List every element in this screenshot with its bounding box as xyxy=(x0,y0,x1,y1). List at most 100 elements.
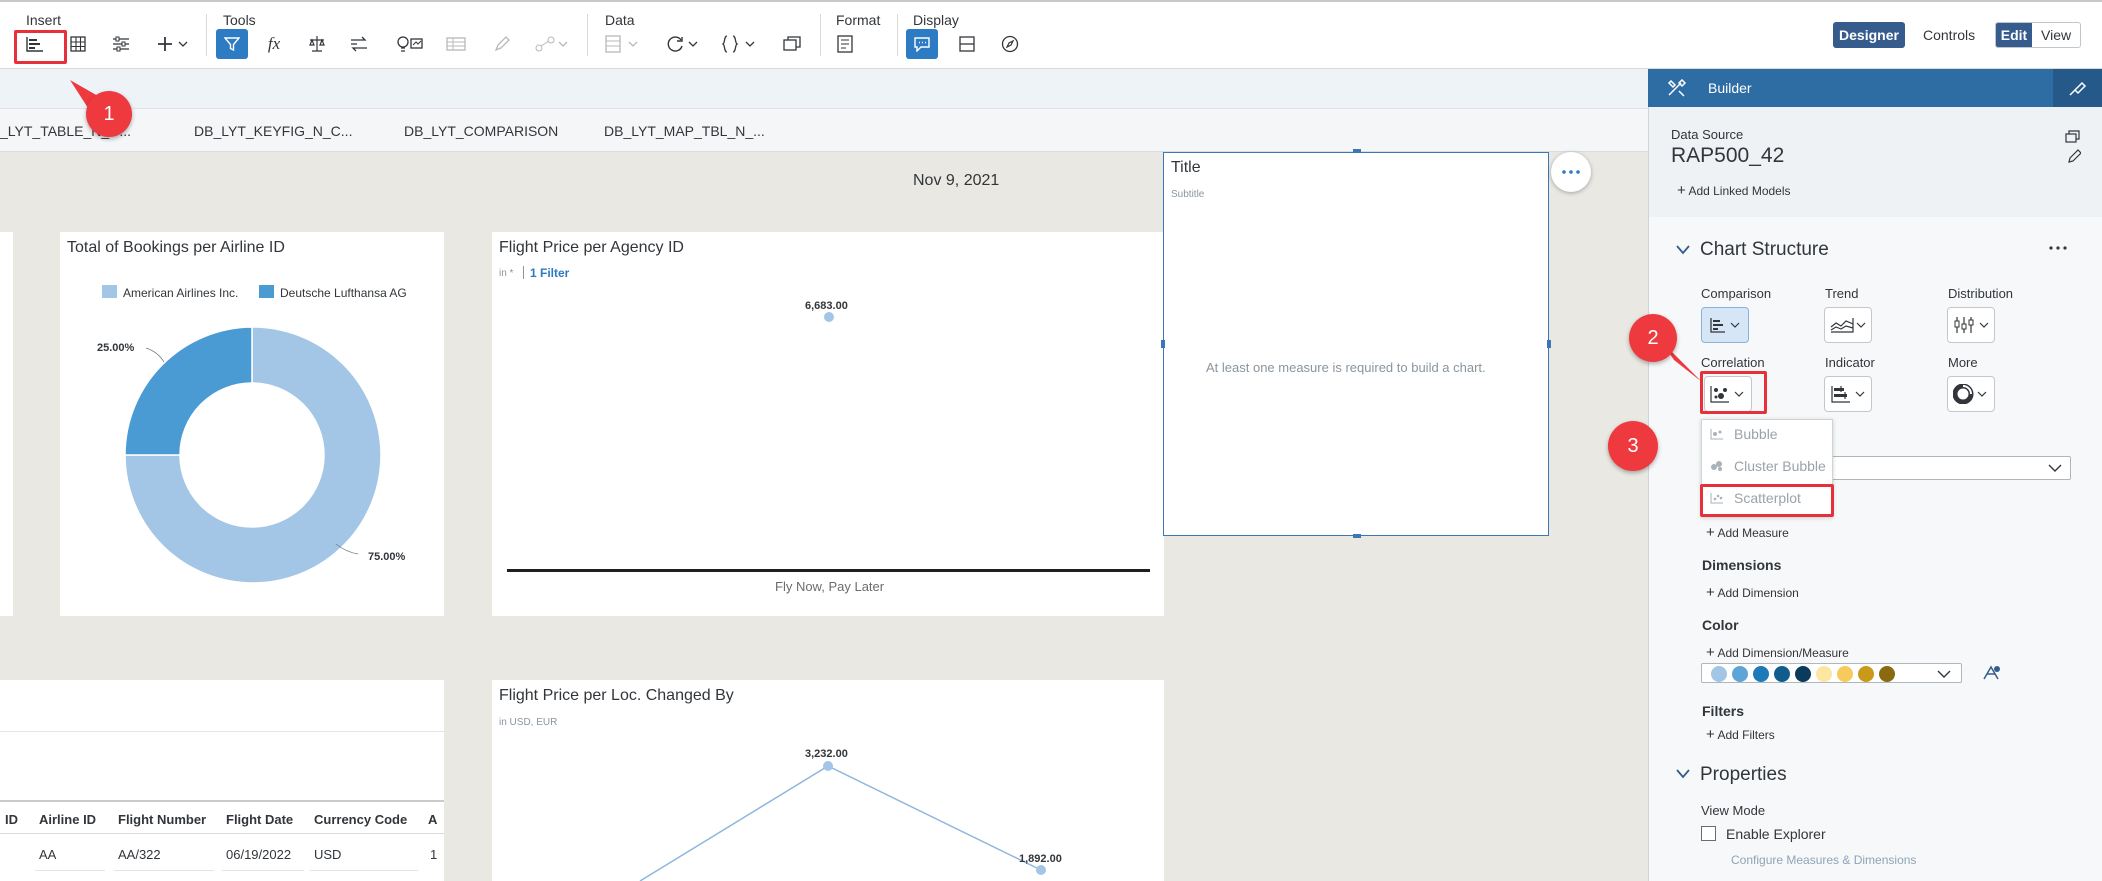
filter-button[interactable] xyxy=(216,29,248,59)
table-cell: AA/322 xyxy=(118,847,161,862)
row-rule xyxy=(310,870,418,871)
insert-more-button[interactable] xyxy=(154,30,194,58)
display-group-label: Display xyxy=(913,12,959,28)
configure-link[interactable]: Configure Measures & Dimensions xyxy=(1731,853,1916,867)
trend-chart-button[interactable] xyxy=(1824,307,1872,343)
color-heading: Color xyxy=(1702,617,1739,633)
disabled-data-button[interactable] xyxy=(601,30,643,58)
leader-line xyxy=(145,347,165,363)
balance-button[interactable] xyxy=(302,30,332,58)
distribution-chart-button[interactable] xyxy=(1947,307,1995,343)
column-header[interactable]: ID xyxy=(5,812,18,827)
add-linked-models-link[interactable]: + Add Linked Models xyxy=(1677,182,1791,199)
data-source-name[interactable]: RAP500_42 xyxy=(1671,144,1784,168)
table-cell: 1 xyxy=(430,847,438,862)
palette-swatch xyxy=(1753,666,1769,682)
edit-pencil-icon[interactable] xyxy=(2067,148,2081,164)
designer-button[interactable]: Designer xyxy=(1833,22,1905,48)
palette-swatch xyxy=(1816,666,1832,682)
data-point[interactable] xyxy=(824,312,834,322)
insert-input-control-button[interactable] xyxy=(106,30,136,58)
agency-chart-card[interactable] xyxy=(492,232,1164,616)
data-label: 6,683.00 xyxy=(805,300,848,312)
insert-table-button[interactable] xyxy=(63,30,93,58)
view-mode-label: View Mode xyxy=(1701,803,1766,818)
refresh-button[interactable] xyxy=(663,30,705,58)
table-card[interactable] xyxy=(0,680,444,881)
filter-link[interactable]: 1 Filter xyxy=(530,266,569,280)
add-dimension-measure-link[interactable]: + Add Dimension/Measure xyxy=(1706,644,1849,661)
comments-button[interactable] xyxy=(906,29,938,59)
filter-icon xyxy=(224,37,240,52)
data-point[interactable] xyxy=(1036,865,1046,875)
data-point[interactable] xyxy=(823,761,833,771)
more-charts-button[interactable] xyxy=(1947,376,1995,412)
new-chart-card[interactable] xyxy=(1163,152,1549,536)
resize-handle[interactable] xyxy=(1353,534,1361,538)
correlation-label: Correlation xyxy=(1701,355,1765,370)
indicator-chart-button[interactable] xyxy=(1824,376,1872,412)
data-group-label: Data xyxy=(605,12,635,28)
color-sync-icon[interactable] xyxy=(1981,664,2001,682)
styling-tab[interactable] xyxy=(2053,69,2102,107)
disabled-tool-button[interactable] xyxy=(441,30,471,58)
copy-model-icon[interactable] xyxy=(2065,130,2081,144)
add-dimension-link[interactable]: + Add Dimension xyxy=(1706,584,1799,601)
chevron-down-icon[interactable] xyxy=(1676,245,1690,255)
resize-handle[interactable] xyxy=(1547,340,1551,348)
formula-button[interactable]: fx xyxy=(259,30,289,58)
color-palette-select[interactable] xyxy=(1701,663,1962,683)
view-button[interactable]: View xyxy=(2041,27,2071,43)
resize-handle[interactable] xyxy=(1353,149,1361,153)
controls-button[interactable]: Controls xyxy=(1923,27,1975,43)
select-box[interactable] xyxy=(1824,456,2071,480)
more-actions-button[interactable] xyxy=(1551,152,1591,192)
add-measure-link[interactable]: + Add Measure xyxy=(1706,524,1789,541)
indicator-label: Indicator xyxy=(1825,355,1875,370)
copy-data-button[interactable] xyxy=(777,30,807,58)
navigate-button[interactable] xyxy=(995,30,1025,58)
format-button[interactable] xyxy=(830,30,860,58)
bar-chart-icon xyxy=(1710,318,1740,333)
format-icon xyxy=(837,35,853,53)
compass-icon xyxy=(1001,35,1019,53)
disabled-edit-button[interactable] xyxy=(487,30,517,58)
tab-lyt-keyfig[interactable]: DB_LYT_KEYFIG_N_C... xyxy=(194,123,352,139)
palette-swatch xyxy=(1732,666,1748,682)
disabled-link-button[interactable] xyxy=(531,30,573,58)
empty-chart-message: At least one measure is required to buil… xyxy=(1206,360,1486,375)
column-header[interactable]: Flight Date xyxy=(226,812,293,827)
tools-group-label: Tools xyxy=(223,12,256,28)
column-header[interactable]: Flight Number xyxy=(118,812,206,827)
swap-button[interactable] xyxy=(344,30,374,58)
toolbar-divider xyxy=(206,14,207,56)
column-header[interactable]: Currency Code xyxy=(314,812,407,827)
resize-handle[interactable] xyxy=(1161,340,1165,348)
trend-label: Trend xyxy=(1825,286,1859,301)
add-filters-link[interactable]: + Add Filters xyxy=(1706,726,1775,743)
column-header[interactable]: Airline ID xyxy=(39,812,96,827)
enable-explorer-checkbox[interactable] xyxy=(1701,826,1716,841)
layout-button[interactable] xyxy=(952,30,982,58)
header-rule xyxy=(0,800,444,802)
dropdown-item-cluster-bubble[interactable]: Cluster Bubble xyxy=(1710,458,1826,474)
tab-lyt-comparison[interactable]: DB_LYT_COMPARISON xyxy=(404,123,558,139)
callout-2: 2 xyxy=(1629,314,1677,362)
dropdown-item-bubble[interactable]: Bubble xyxy=(1710,426,1778,442)
more-icon[interactable] xyxy=(2049,246,2067,250)
chart-title: Flight Price per Agency ID xyxy=(499,239,684,256)
edit-button[interactable]: Edit xyxy=(1996,23,2032,47)
row-rule xyxy=(114,870,214,871)
palette-swatch xyxy=(1858,666,1874,682)
donut-slice-lufthansa[interactable] xyxy=(124,326,253,456)
tab-lyt-map[interactable]: DB_LYT_MAP_TBL_N_... xyxy=(604,123,765,139)
chevron-down-icon[interactable] xyxy=(1676,769,1690,779)
cluster-bubble-icon xyxy=(1711,461,1722,471)
legend-label: American Airlines Inc. xyxy=(123,286,239,300)
layout-icon xyxy=(959,36,975,52)
column-header[interactable]: A xyxy=(428,812,437,827)
script-button[interactable] xyxy=(719,30,761,58)
callout-3: 3 xyxy=(1608,421,1658,471)
smart-insights-button[interactable] xyxy=(392,30,428,58)
filters-heading: Filters xyxy=(1702,703,1745,719)
